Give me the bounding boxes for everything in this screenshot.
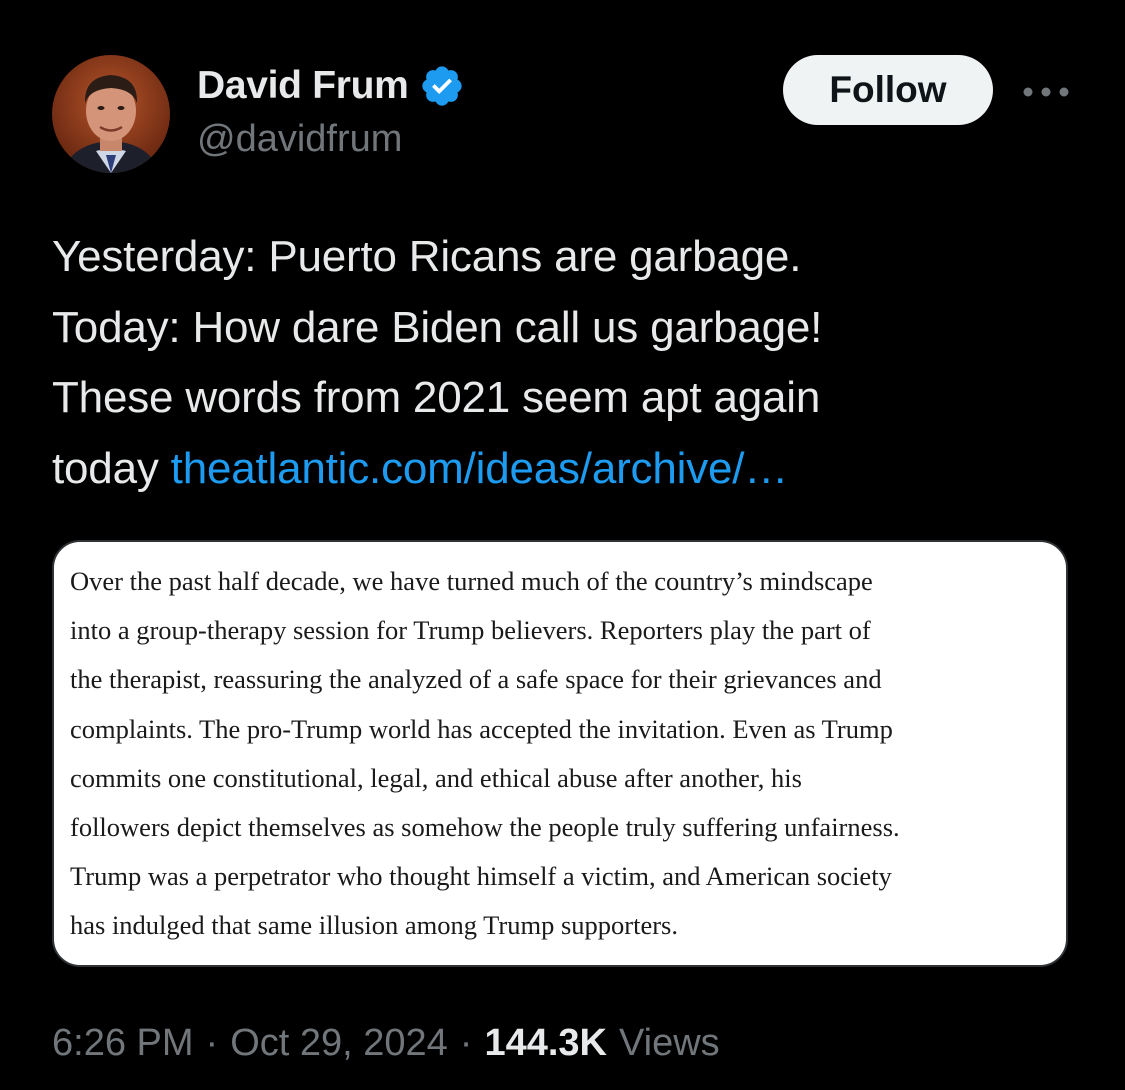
image-text-line: the therapist, reassuring the analyzed o… bbox=[70, 664, 882, 695]
tweet-text-line: Today: How dare Biden call us garbage! bbox=[52, 302, 823, 352]
more-horizontal-icon bbox=[1023, 87, 1069, 97]
image-text-line: Trump was a perpetrator who thought hims… bbox=[70, 861, 892, 892]
views-count: 144.3K bbox=[484, 1022, 607, 1064]
image-quote-text: Over the past half decade, we have turne… bbox=[70, 557, 1060, 951]
more-options-button[interactable] bbox=[1018, 72, 1074, 112]
image-text-line: has indulged that same illusion among Tr… bbox=[70, 910, 678, 941]
tweet: David Frum @davidfrum Follow Yesterday: … bbox=[0, 0, 1125, 1090]
tweet-date[interactable]: Oct 29, 2024 bbox=[230, 1022, 448, 1065]
tweet-text: Yesterday: Puerto Ricans are garbage. To… bbox=[52, 222, 1072, 504]
tweet-link[interactable]: theatlantic.com/ideas/archive/… bbox=[171, 444, 789, 493]
meta-separator: · bbox=[459, 1022, 473, 1064]
image-text-line: complaints. The pro-Trump world has acce… bbox=[70, 713, 893, 744]
image-text-line: followers depict themselves as somehow t… bbox=[70, 812, 900, 843]
tweet-meta: 6:26 PM · Oct 29, 2024 · 144.3K Views bbox=[52, 1022, 720, 1065]
tweet-text-prefix: today bbox=[52, 443, 171, 493]
image-text-line: into a group-therapy session for Trump b… bbox=[70, 615, 871, 646]
tweet-text-line: These words from 2021 seem apt again bbox=[52, 373, 821, 422]
tweet-time[interactable]: 6:26 PM bbox=[52, 1022, 194, 1065]
verified-badge-icon[interactable] bbox=[419, 63, 465, 109]
image-text-line: commits one constitutional, legal, and e… bbox=[70, 762, 802, 793]
attached-image[interactable]: Over the past half decade, we have turne… bbox=[52, 540, 1068, 967]
author-display-name[interactable]: David Frum bbox=[197, 64, 409, 108]
views-label: Views bbox=[618, 1022, 720, 1064]
author-handle[interactable]: @davidfrum bbox=[197, 118, 402, 161]
author-name-row[interactable]: David Frum bbox=[197, 60, 465, 112]
avatar-photo bbox=[52, 55, 170, 173]
meta-separator: · bbox=[205, 1022, 219, 1064]
image-text-line: Over the past half decade, we have turne… bbox=[70, 566, 873, 596]
tweet-text-line-last: today theatlantic.com/ideas/archive/… bbox=[52, 434, 1072, 505]
tweet-text-line: Yesterday: Puerto Ricans are garbage. bbox=[52, 232, 802, 281]
follow-button[interactable]: Follow bbox=[783, 55, 993, 125]
avatar[interactable] bbox=[52, 55, 170, 173]
